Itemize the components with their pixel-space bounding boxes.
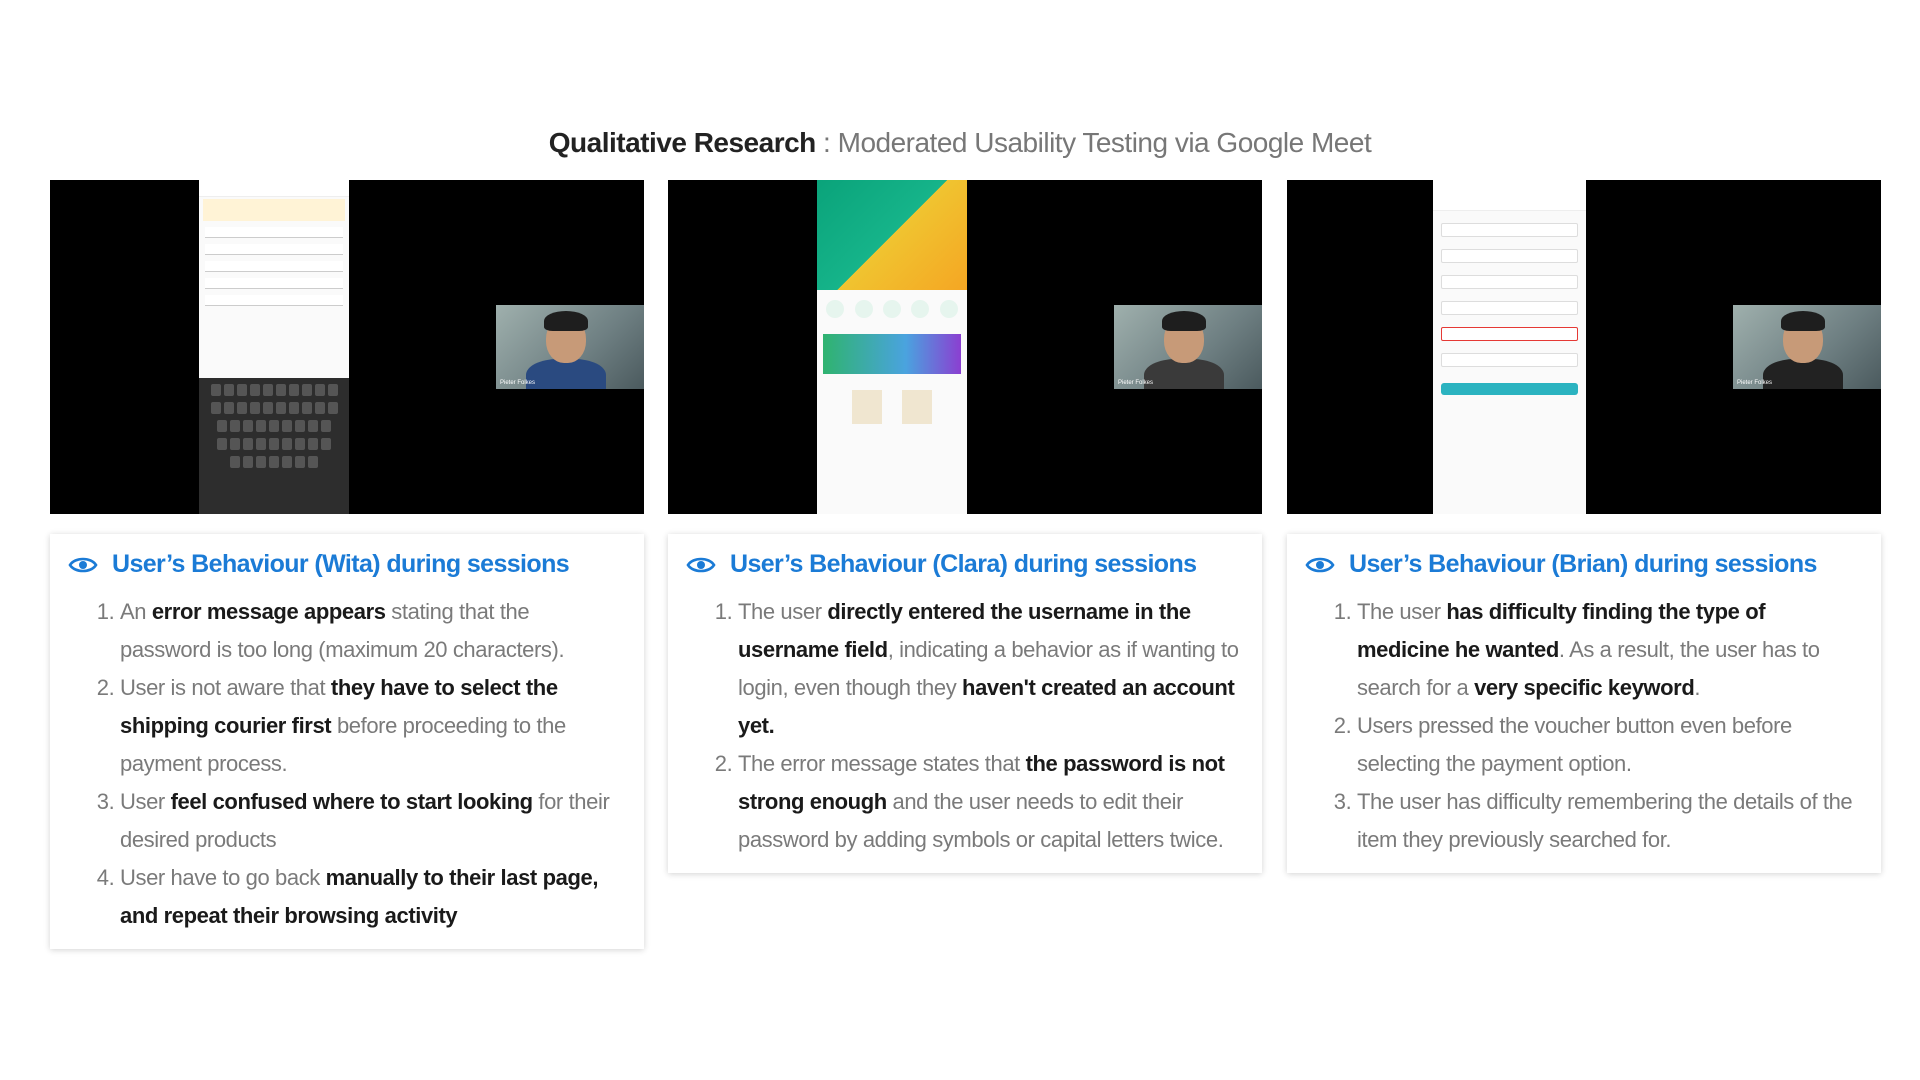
eye-icon [68, 557, 98, 572]
participant-label: Pieter Folkes [500, 380, 536, 386]
behaviour-text: Users pressed the voucher button even be… [1357, 713, 1792, 776]
participant-video: Pieter Folkes [496, 305, 644, 389]
card-heading: User’s Behaviour (Clara) during sessions [686, 550, 1240, 579]
participant-video: Pieter Folkes [1114, 305, 1262, 389]
card-heading-text: User’s Behaviour (Wita) during sessions [112, 550, 570, 578]
behaviour-text: . [1694, 675, 1701, 700]
behaviour-list: The user has difficulty finding the type… [1305, 593, 1859, 859]
behaviour-text: The user [1357, 599, 1447, 624]
behaviour-text: error message appears [151, 599, 386, 624]
session-column-brian: Pieter Folkes User’s Behaviour (Brian) d… [1287, 180, 1881, 873]
title-rest: : Moderated Usability Testing via Google… [815, 127, 1372, 158]
behaviour-item: An error message appears stating that th… [120, 593, 622, 669]
participant-label: Pieter Folkes [1737, 380, 1773, 386]
behaviour-item: The user directly entered the username i… [738, 593, 1240, 745]
behaviour-item: User have to go back manually to their l… [120, 859, 622, 935]
session-screenshot: Pieter Folkes [50, 180, 644, 514]
behaviour-item: User feel confused where to start lookin… [120, 783, 622, 859]
behaviour-text: User is not aware that [120, 675, 331, 700]
behaviour-text: User [120, 789, 171, 814]
card-heading-text: User’s Behaviour (Brian) during sessions [1349, 550, 1817, 578]
behaviour-list: An error message appears stating that th… [68, 593, 622, 935]
keyboard [199, 378, 349, 514]
card-heading: User’s Behaviour (Wita) during sessions [68, 550, 622, 579]
behaviour-text: User have to go back [120, 865, 326, 890]
card-heading-text: User’s Behaviour (Clara) during sessions [730, 550, 1197, 578]
session-column-wita: Pieter Folkes User’s Behaviour (Wita) du… [50, 180, 644, 949]
behaviour-card: User’s Behaviour (Brian) during sessions… [1287, 534, 1881, 873]
behaviour-text: The error message states that [738, 751, 1026, 776]
card-heading: User’s Behaviour (Brian) during sessions [1305, 550, 1859, 579]
session-column-clara: Pieter Folkes User’s Behaviour (Clara) d… [668, 180, 1262, 873]
participant-label: Pieter Folkes [1118, 380, 1154, 386]
behaviour-text: very specific keyword [1474, 675, 1695, 700]
phone-screen [199, 180, 349, 514]
behaviour-item: The user has difficulty finding the type… [1357, 593, 1859, 707]
session-screenshot: Pieter Folkes [668, 180, 1262, 514]
behaviour-item: The error message states that the passwo… [738, 745, 1240, 859]
eye-icon [686, 557, 716, 572]
page-title: Qualitative Research : Moderated Usabili… [0, 127, 1920, 159]
title-bold: Qualitative Research [548, 127, 817, 158]
behaviour-item: Users pressed the voucher button even be… [1357, 707, 1859, 783]
phone-screen [817, 180, 967, 514]
behaviour-text: The user has difficulty remembering the … [1357, 789, 1853, 852]
behaviour-text: feel confused where to start looking [170, 789, 534, 814]
participant-video: Pieter Folkes [1733, 305, 1881, 389]
behaviour-card: User’s Behaviour (Clara) during sessions… [668, 534, 1262, 873]
behaviour-card: User’s Behaviour (Wita) during sessions … [50, 534, 644, 949]
behaviour-text: The user [738, 599, 828, 624]
phone-screen [1433, 180, 1586, 514]
behaviour-list: The user directly entered the username i… [686, 593, 1240, 859]
behaviour-item: User is not aware that they have to sele… [120, 669, 622, 783]
session-screenshot: Pieter Folkes [1287, 180, 1881, 514]
eye-icon [1305, 557, 1335, 572]
behaviour-item: The user has difficulty remembering the … [1357, 783, 1859, 859]
behaviour-text: An [120, 599, 152, 624]
